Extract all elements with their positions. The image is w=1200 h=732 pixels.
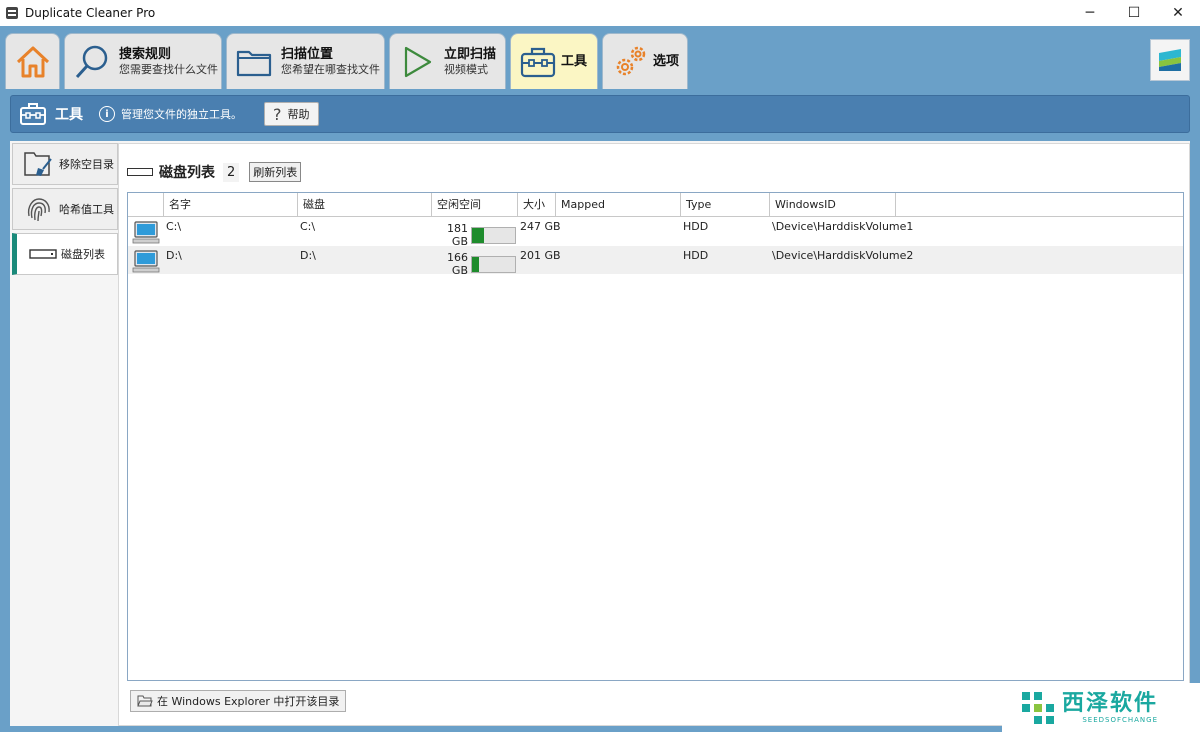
drive-icon bbox=[29, 249, 57, 259]
app-icon bbox=[6, 7, 18, 19]
sidebar-item-label: 移除空目录 bbox=[59, 158, 114, 171]
maximize-button[interactable]: ☐ bbox=[1112, 0, 1156, 26]
sidebar: 移除空目录 哈希值工具 磁盘列表 bbox=[10, 141, 118, 726]
sidebar-item-remove-empty-dirs[interactable]: 移除空目录 bbox=[12, 143, 118, 185]
table-row[interactable]: C:\ C:\ 181 GB 247 GB HDD \Device\Harddi… bbox=[128, 217, 1183, 248]
search-icon bbox=[75, 45, 108, 78]
cell-name: C:\ bbox=[166, 220, 182, 233]
toolbox-icon bbox=[520, 47, 556, 77]
free-space-value: 181 GB bbox=[447, 222, 468, 248]
gears-icon bbox=[616, 46, 646, 75]
cell-windows-id: \Device\HarddiskVolume2 bbox=[772, 249, 914, 262]
help-label: 帮助 bbox=[287, 108, 310, 121]
tab-scan-now-subtitle: 视频模式 bbox=[444, 62, 488, 76]
free-space-bar-fill bbox=[472, 256, 480, 272]
ribbon: 搜索规则 您需要查找什么文件 扫描位置 您希望在哪查找文件 立即扫描 视频模式 bbox=[0, 26, 1200, 89]
folder-icon bbox=[236, 50, 272, 76]
folder-open-icon bbox=[137, 695, 153, 707]
sidebar-item-label: 哈希值工具 bbox=[59, 203, 114, 216]
computer-icon bbox=[132, 250, 160, 273]
tab-scan-location-title: 扫描位置 bbox=[281, 46, 334, 62]
tab-scan-now-title: 立即扫描 bbox=[444, 46, 497, 62]
home-icon bbox=[16, 46, 50, 77]
column-header-windows-id[interactable]: WindowsID bbox=[770, 193, 896, 217]
section-title: 工具 bbox=[55, 107, 83, 123]
tab-options[interactable]: 选项 bbox=[602, 33, 688, 89]
question-icon: ? bbox=[273, 104, 282, 124]
info-icon: i bbox=[99, 106, 115, 122]
cell-type: HDD bbox=[683, 220, 709, 233]
disk-table[interactable]: 名字 磁盘 空闲空间 大小 Mapped Type WindowsID C:\ … bbox=[127, 192, 1184, 681]
section-header: 工具 i 管理您文件的独立工具。 ? 帮助 bbox=[10, 95, 1190, 133]
refresh-list-button[interactable]: 刷新列表 bbox=[249, 162, 302, 182]
watermark-logo-icon bbox=[1022, 691, 1054, 724]
table-row[interactable]: D:\ D:\ 166 GB 201 GB HDD \Device\Harddi… bbox=[128, 246, 1183, 277]
tab-tools-title: 工具 bbox=[561, 54, 588, 69]
cell-free-space: 166 GB bbox=[432, 251, 516, 277]
free-space-bar-fill bbox=[472, 227, 484, 243]
fingerprint-icon bbox=[27, 198, 50, 222]
cell-size: 247 GB bbox=[520, 220, 561, 233]
drive-icon bbox=[127, 168, 153, 176]
cell-name: D:\ bbox=[166, 249, 182, 262]
tab-home[interactable] bbox=[5, 33, 60, 89]
tab-options-title: 选项 bbox=[653, 54, 680, 69]
open-in-explorer-button[interactable]: 在 Windows Explorer 中打开该目录 bbox=[130, 690, 347, 712]
sidebar-item-hash-tool[interactable]: 哈希值工具 bbox=[12, 188, 118, 230]
watermark-subtext: SEEDSOFCHANGE bbox=[1082, 715, 1159, 724]
tab-search-rules-subtitle: 您需要查找什么文件 bbox=[119, 62, 218, 76]
title-bar: Duplicate Cleaner Pro ─ ☐ ✕ bbox=[0, 0, 1200, 26]
help-button[interactable]: ? 帮助 bbox=[264, 102, 319, 126]
sidebar-item-label: 磁盘列表 bbox=[61, 248, 105, 261]
window-title: Duplicate Cleaner Pro bbox=[25, 6, 156, 20]
table-header: 名字 磁盘 空闲空间 大小 Mapped Type WindowsID bbox=[128, 193, 1183, 217]
tab-search-rules-title: 搜索规则 bbox=[119, 46, 172, 62]
tab-scan-now[interactable]: 立即扫描 视频模式 bbox=[389, 33, 506, 89]
column-header-icon bbox=[128, 193, 164, 217]
column-header-disk[interactable]: 磁盘 bbox=[298, 193, 432, 217]
free-space-bar bbox=[471, 226, 516, 244]
cell-free-space: 181 GB bbox=[432, 222, 516, 248]
section-description: 管理您文件的独立工具。 bbox=[121, 108, 242, 121]
column-header-name[interactable]: 名字 bbox=[164, 193, 298, 217]
computer-icon bbox=[132, 221, 160, 244]
empty-folder-brush-icon bbox=[24, 152, 52, 176]
column-header-mapped[interactable]: Mapped bbox=[556, 193, 681, 217]
cell-disk: D:\ bbox=[300, 249, 316, 262]
column-header-type[interactable]: Type bbox=[681, 193, 770, 217]
main-panel: 移除空目录 哈希值工具 磁盘列表 磁盘列表 2 刷新列表 名字 磁盘 空闲空间 … bbox=[10, 141, 1190, 726]
column-header-free-space[interactable]: 空闲空间 bbox=[432, 193, 518, 217]
free-space-bar bbox=[471, 255, 516, 273]
column-header-size[interactable]: 大小 bbox=[518, 193, 556, 217]
tab-search-rules[interactable]: 搜索规则 您需要查找什么文件 bbox=[64, 33, 222, 89]
toolbox-icon bbox=[20, 103, 46, 125]
minimize-button[interactable]: ─ bbox=[1068, 0, 1112, 26]
watermark: 西泽软件 SEEDSOFCHANGE bbox=[1002, 683, 1200, 732]
tab-tools[interactable]: 工具 bbox=[510, 33, 598, 89]
disk-list-panel: 磁盘列表 2 刷新列表 名字 磁盘 空闲空间 大小 Mapped Type Wi… bbox=[118, 143, 1190, 726]
cell-type: HDD bbox=[683, 249, 709, 262]
cell-disk: C:\ bbox=[300, 220, 316, 233]
open-in-explorer-label: 在 Windows Explorer 中打开该目录 bbox=[157, 695, 340, 708]
app-logo[interactable] bbox=[1150, 39, 1190, 81]
cell-windows-id: \Device\HarddiskVolume1 bbox=[772, 220, 914, 233]
app-logo-icon bbox=[1159, 49, 1181, 71]
play-icon bbox=[404, 46, 432, 77]
sidebar-item-disk-list[interactable]: 磁盘列表 bbox=[12, 233, 118, 275]
tab-scan-location[interactable]: 扫描位置 您希望在哪查找文件 bbox=[226, 33, 385, 89]
cell-size: 201 GB bbox=[520, 249, 561, 262]
close-button[interactable]: ✕ bbox=[1156, 0, 1200, 26]
free-space-value: 166 GB bbox=[447, 251, 468, 277]
watermark-text: 西泽软件 bbox=[1062, 690, 1159, 716]
disk-list-title: 磁盘列表 bbox=[159, 165, 215, 181]
disk-count: 2 bbox=[223, 162, 240, 182]
tab-scan-location-subtitle: 您希望在哪查找文件 bbox=[281, 62, 380, 76]
